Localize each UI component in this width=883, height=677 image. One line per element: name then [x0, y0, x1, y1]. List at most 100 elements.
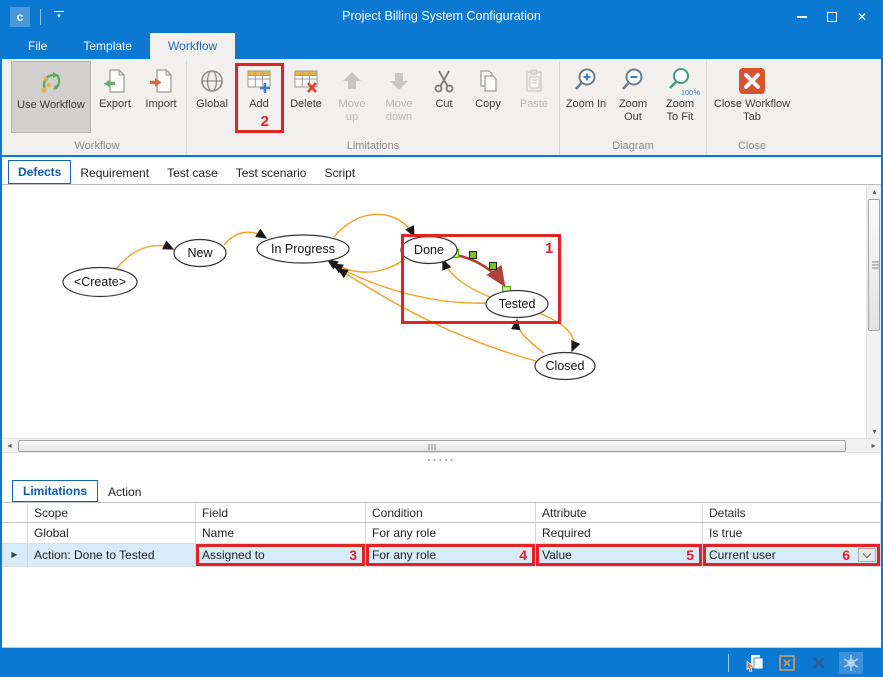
group-label-limitations: Limitations [347, 140, 400, 155]
scroll-down-button[interactable]: ▾ [867, 425, 882, 438]
move-up-button[interactable]: Move up [330, 61, 374, 133]
tab-defects[interactable]: Defects [8, 160, 71, 184]
ribbon-group-limitations: Global Add [186, 61, 559, 155]
zoom-to-fit-badge: 100% [681, 88, 700, 97]
cut-label: Cut [435, 98, 452, 111]
cut-button[interactable]: Cut [424, 61, 464, 133]
cell-field[interactable]: Assigned to 3 [196, 544, 366, 567]
node-new[interactable]: New [174, 240, 226, 267]
edge-create-new[interactable] [114, 246, 173, 272]
tab-action[interactable]: Action [98, 482, 151, 502]
column-header-attribute[interactable]: Attribute [536, 502, 703, 523]
delete-button[interactable]: Delete [284, 61, 328, 133]
copy-pages-icon[interactable] [743, 652, 767, 674]
zoom-out-icon [619, 64, 647, 98]
close-workflow-tab-button[interactable]: Close Workflow Tab [710, 61, 794, 133]
table-row-global[interactable]: Global Name For any role Required Is tru… [2, 523, 881, 544]
copy-icon [475, 64, 501, 98]
tab-file[interactable]: File [10, 33, 65, 59]
annotation-number-4: 4 [519, 544, 527, 566]
cell-scope[interactable]: Action: Done to Tested [28, 544, 196, 567]
tab-script[interactable]: Script [315, 162, 364, 184]
minimize-button[interactable] [787, 4, 817, 30]
cell-details[interactable]: Is true [703, 523, 881, 544]
node-in-progress[interactable]: In Progress [257, 235, 349, 263]
annotation-number-1: 1 [545, 240, 553, 257]
tab-workflow[interactable]: Workflow [150, 33, 235, 59]
tab-requirement[interactable]: Requirement [71, 162, 158, 184]
import-label: Import [145, 98, 176, 111]
edge-new-inprogress[interactable] [224, 232, 266, 245]
column-header-field[interactable]: Field [196, 502, 366, 523]
snowflake-icon[interactable] [839, 652, 863, 674]
maximize-icon [827, 12, 837, 22]
scroll-left-button[interactable]: ◂ [2, 439, 17, 452]
move-down-icon [386, 64, 412, 98]
annotation-number-2: 2 [261, 113, 269, 130]
diagram-vertical-scrollbar[interactable]: ▴ ▾ [866, 185, 881, 438]
splitter-dots-icon: ····· [427, 455, 455, 467]
cell-field[interactable]: Name [196, 523, 366, 544]
current-row-marker-icon: ▶ [2, 544, 28, 567]
export-icon [102, 64, 128, 98]
tab-test-case[interactable]: Test case [158, 162, 227, 184]
horizontal-scroll-thumb[interactable] [18, 440, 846, 452]
workflow-diagram-canvas[interactable]: <Create> New In Progress Done Tested [2, 185, 866, 438]
scroll-up-button[interactable]: ▴ [867, 185, 882, 198]
panel-splitter[interactable]: ····· [2, 454, 881, 478]
row-indicator-header [2, 502, 28, 523]
cell-attribute[interactable]: Value 5 [536, 544, 703, 567]
zoom-out-button[interactable]: Zoom Out [611, 61, 655, 133]
limitations-table: Scope Field Condition Attribute Details … [2, 502, 881, 567]
maximize-button[interactable] [817, 4, 847, 30]
tab-test-scenario[interactable]: Test scenario [227, 162, 316, 184]
paste-button[interactable]: Paste [512, 61, 556, 133]
column-header-scope[interactable]: Scope [28, 502, 196, 523]
svg-text:Closed: Closed [546, 359, 585, 373]
edge-closed-tested[interactable] [517, 320, 544, 353]
statusbar-separator [728, 654, 729, 672]
global-button[interactable]: Global [190, 61, 234, 133]
scroll-right-button[interactable]: ▸ [866, 439, 881, 452]
frame-select-icon[interactable] [775, 652, 799, 674]
zoom-in-button[interactable]: Zoom In [563, 61, 609, 133]
table-row-action-done-to-tested[interactable]: ▶ Action: Done to Tested Assigned to 3 F… [2, 544, 881, 567]
annotation-number-5: 5 [686, 544, 694, 566]
zoom-out-label2: Out [624, 111, 642, 124]
vertical-scroll-thumb[interactable] [868, 199, 880, 331]
details-dropdown-button[interactable] [858, 548, 876, 562]
cell-condition[interactable]: For any role 4 [366, 544, 536, 567]
copy-label: Copy [475, 98, 501, 111]
cell-scope[interactable]: Global [28, 523, 196, 544]
cell-attribute[interactable]: Required [536, 523, 703, 544]
node-closed[interactable]: Closed [535, 353, 595, 380]
move-up-label: Move [339, 98, 366, 111]
column-header-condition[interactable]: Condition [366, 502, 536, 523]
ribbon: Use Workflow Export [0, 59, 883, 157]
move-up-icon [339, 64, 365, 98]
cell-details-combobox[interactable]: Current user 6 [703, 544, 881, 567]
close-workflow-tab-label: Close Workflow [714, 98, 790, 111]
annotation-box-1 [401, 234, 561, 324]
minimize-icon [797, 16, 807, 18]
node-create[interactable]: <Create> [63, 268, 137, 297]
add-button[interactable]: Add 2 [236, 61, 282, 133]
export-button[interactable]: Export [93, 61, 137, 133]
annotation-box-2 [235, 63, 284, 133]
move-down-button[interactable]: Move down [376, 61, 422, 133]
cell-condition[interactable]: For any role [366, 523, 536, 544]
svg-text:<Create>: <Create> [74, 275, 126, 289]
close-button[interactable]: ✕ [847, 4, 877, 30]
use-workflow-button[interactable]: Use Workflow [11, 61, 91, 133]
diagram-horizontal-scrollbar[interactable]: ◂ ▸ [2, 438, 881, 453]
column-header-details[interactable]: Details [703, 502, 881, 523]
close-x-icon[interactable] [807, 652, 831, 674]
chevron-down-icon [863, 549, 871, 557]
ribbon-group-close: Close Workflow Tab Close [706, 61, 797, 155]
tab-template[interactable]: Template [65, 33, 150, 59]
delete-limitation-icon [291, 64, 321, 98]
tab-limitations[interactable]: Limitations [12, 480, 98, 502]
import-button[interactable]: Import [139, 61, 183, 133]
zoom-to-fit-button[interactable]: 100% Zoom To Fit [657, 61, 703, 133]
copy-button[interactable]: Copy [466, 61, 510, 133]
